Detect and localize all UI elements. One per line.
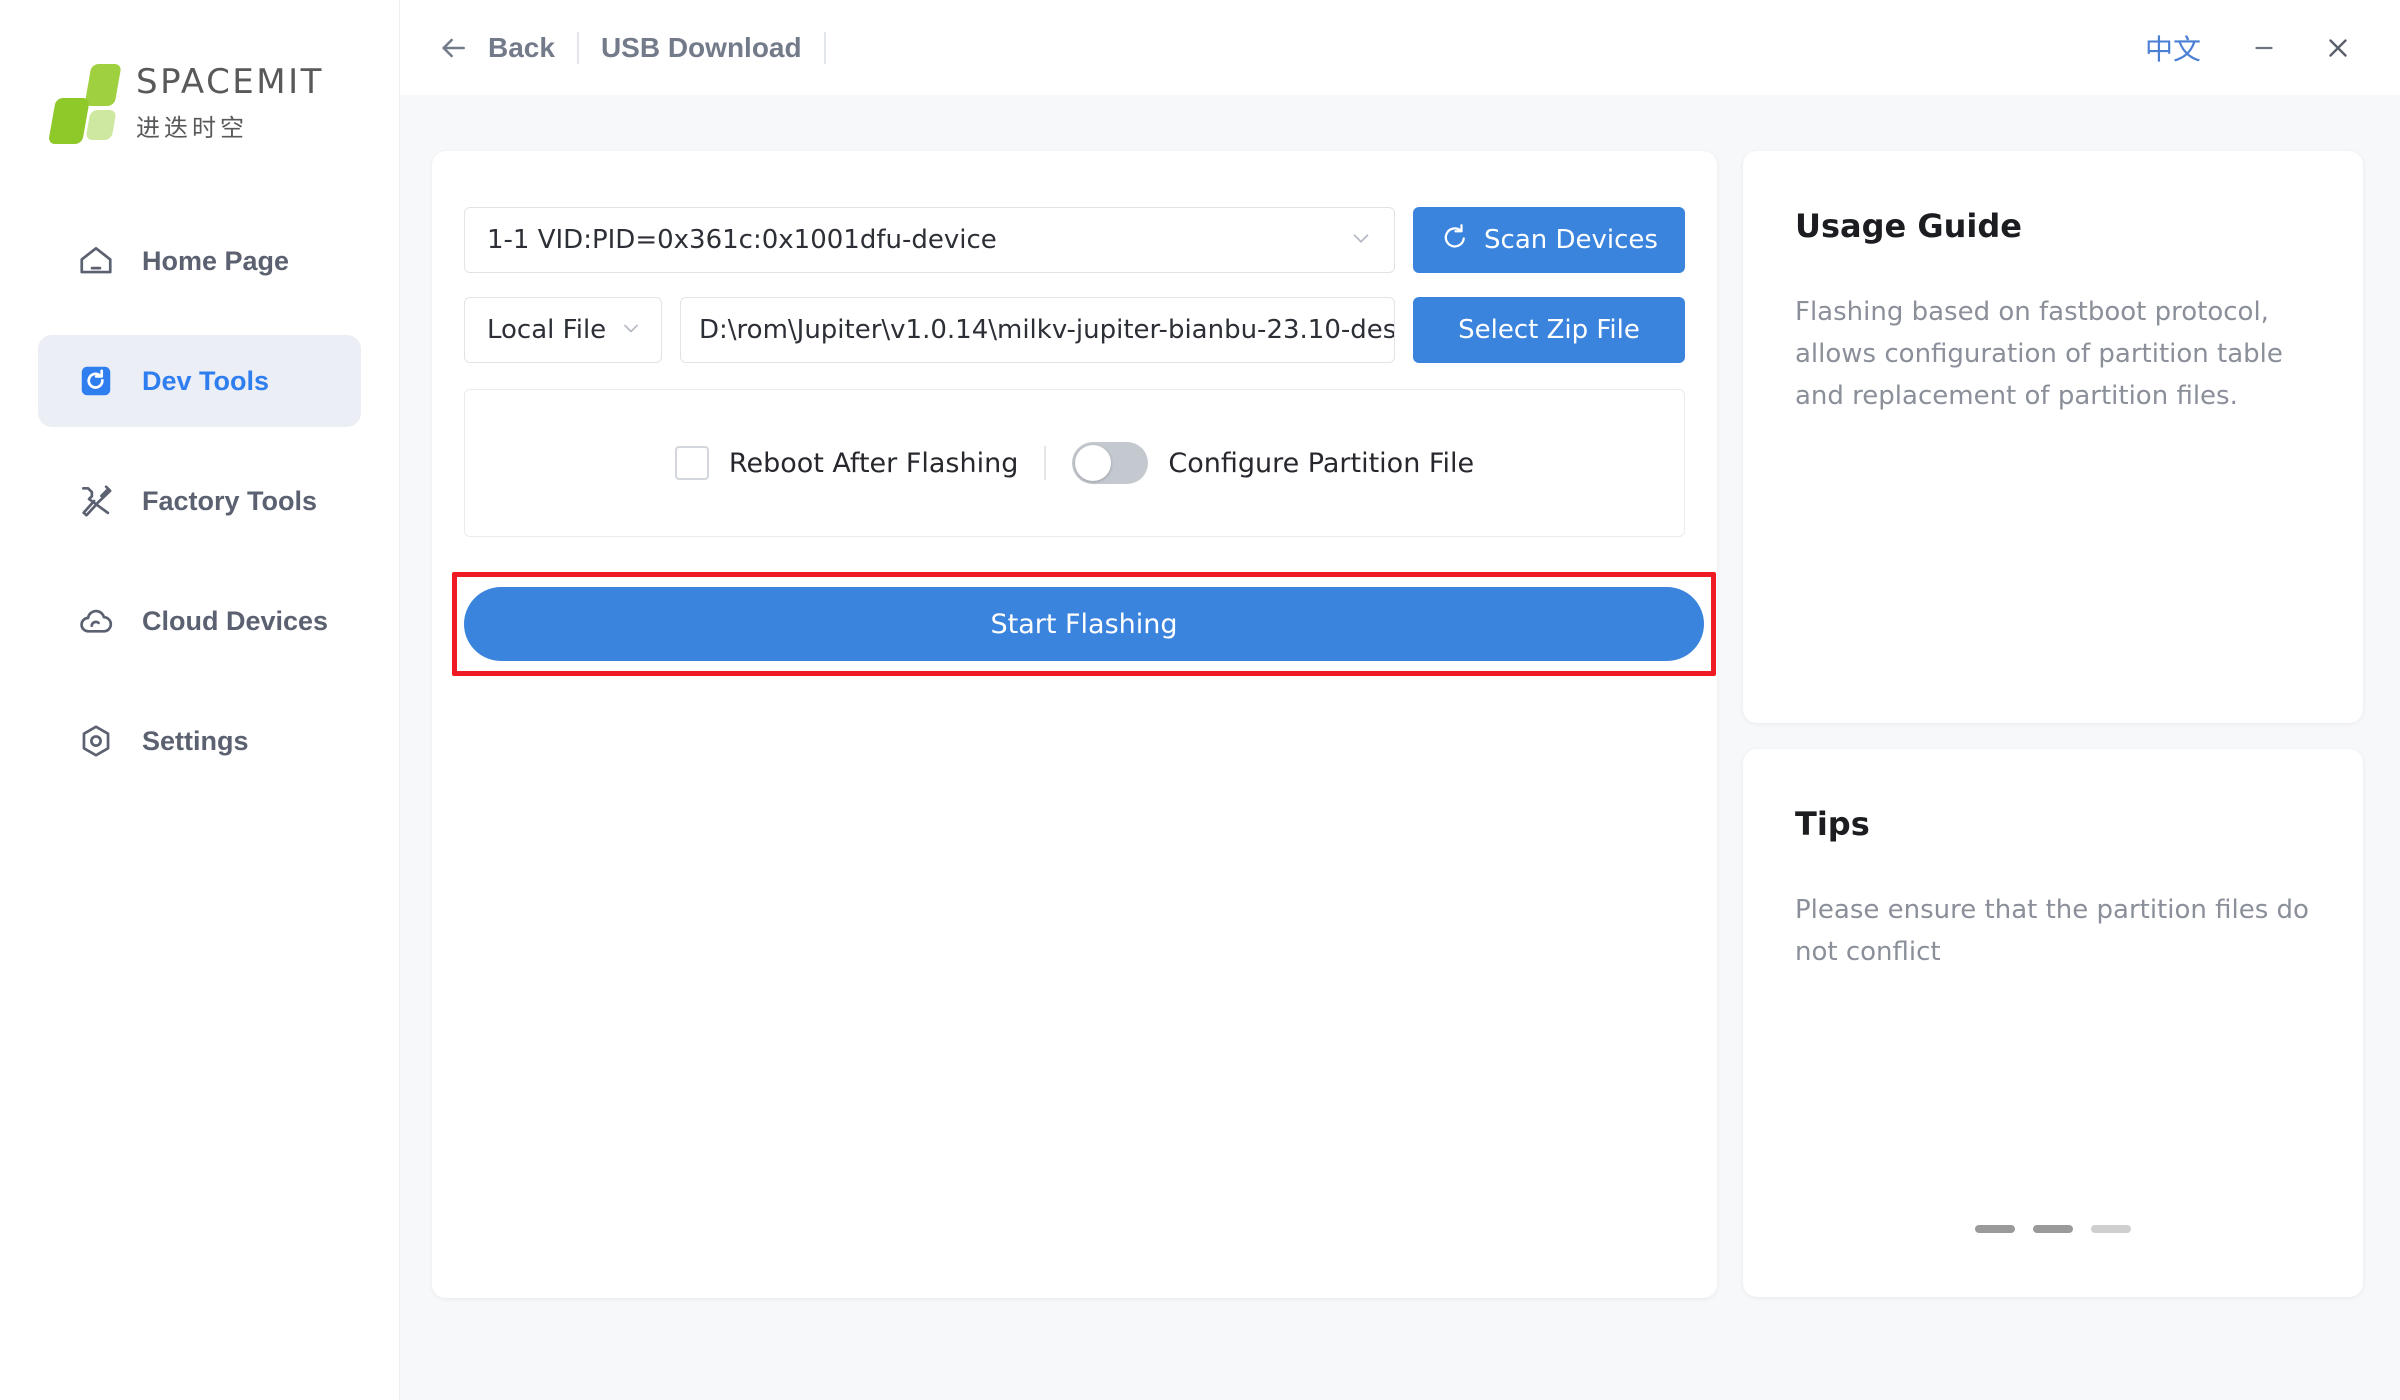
- sidebar-item-label: Factory Tools: [142, 485, 318, 516]
- tools-icon: [76, 481, 116, 521]
- minimize-button[interactable]: [2227, 18, 2301, 78]
- window-controls: 中文: [2119, 0, 2375, 95]
- sidebar: SPACEMIT 进迭时空 Home Page Dev Tools Factor…: [0, 0, 400, 1400]
- file-path-value: D:\rom\Jupiter\v1.0.14\milkv-jupiter-bia…: [699, 315, 1395, 345]
- reboot-after-flashing-option[interactable]: Reboot After Flashing: [674, 446, 1019, 480]
- sidebar-nav: Home Page Dev Tools Factory Tools Cloud …: [0, 215, 399, 787]
- back-button[interactable]: Back: [436, 31, 555, 65]
- start-flashing-label: Start Flashing: [990, 608, 1178, 640]
- options-divider: [1044, 446, 1047, 480]
- tips-body: Please ensure that the partition files d…: [1795, 895, 2309, 968]
- source-type-value: Local File: [487, 315, 607, 345]
- content-area: 1-1 VID:PID=0x361c:0x1001dfu-device Scan…: [400, 95, 2400, 1298]
- language-toggle-button[interactable]: 中文: [2119, 18, 2227, 78]
- select-zip-file-button[interactable]: Select Zip File: [1413, 297, 1685, 363]
- gear-icon: [76, 721, 116, 761]
- configure-partition-file-toggle[interactable]: [1072, 442, 1149, 484]
- file-path-input[interactable]: D:\rom\Jupiter\v1.0.14\milkv-jupiter-bia…: [680, 297, 1395, 363]
- breadcrumb: USB Download: [600, 31, 802, 63]
- usage-guide-title: Usage Guide: [1795, 207, 2022, 245]
- brand-name-en: SPACEMIT: [136, 62, 324, 102]
- source-type-select[interactable]: Local File: [464, 297, 662, 363]
- arrow-left-icon: [436, 31, 470, 65]
- app-window: SPACEMIT 进迭时空 Home Page Dev Tools Factor…: [0, 0, 2400, 1400]
- tips-title: Tips: [1795, 805, 1870, 843]
- usage-guide-body: Flashing based on fastboot protocol, all…: [1795, 297, 2283, 412]
- device-row: 1-1 VID:PID=0x361c:0x1001dfu-device Scan…: [464, 207, 1685, 273]
- scan-devices-button[interactable]: Scan Devices: [1413, 207, 1685, 273]
- sidebar-item-home-page[interactable]: Home Page: [38, 215, 361, 307]
- reboot-after-flashing-label: Reboot After Flashing: [728, 447, 1019, 479]
- usage-guide-card: Usage Guide Flashing based on fastboot p…: [1743, 151, 2363, 723]
- info-column: Usage Guide Flashing based on fastboot p…: [1743, 151, 2363, 1297]
- sidebar-item-settings[interactable]: Settings: [38, 695, 361, 787]
- carousel-dot[interactable]: [2033, 1225, 2073, 1233]
- sidebar-item-factory-tools[interactable]: Factory Tools: [38, 455, 361, 547]
- tips-card: Tips Please ensure that the partition fi…: [1743, 749, 2363, 1297]
- chevron-down-icon: [1348, 225, 1374, 256]
- start-flashing-wrapper: Start Flashing: [452, 572, 1716, 676]
- flash-options-box: Reboot After Flashing Configure Partitio…: [464, 389, 1685, 537]
- brand-name-cn: 进迭时空: [136, 114, 248, 142]
- home-icon: [76, 241, 116, 281]
- sidebar-item-label: Home Page: [142, 245, 290, 276]
- cloud-icon: [76, 601, 116, 641]
- close-button[interactable]: [2301, 18, 2375, 78]
- usb-download-panel: 1-1 VID:PID=0x361c:0x1001dfu-device Scan…: [432, 151, 1717, 1298]
- top-bar: Back USB Download 中文: [400, 0, 2400, 95]
- back-label: Back: [488, 31, 555, 63]
- devtools-icon: [76, 361, 116, 401]
- carousel-indicators: [1743, 1225, 2363, 1233]
- topbar-divider-2: [823, 31, 826, 64]
- sidebar-item-label: Dev Tools: [142, 365, 270, 396]
- device-select[interactable]: 1-1 VID:PID=0x361c:0x1001dfu-device: [464, 207, 1395, 273]
- scan-devices-label: Scan Devices: [1484, 225, 1658, 255]
- carousel-dot[interactable]: [1975, 1225, 2015, 1233]
- sidebar-item-dev-tools[interactable]: Dev Tools: [38, 335, 361, 427]
- configure-partition-file-option[interactable]: Configure Partition File: [1072, 442, 1474, 484]
- carousel-dot[interactable]: [2091, 1225, 2131, 1233]
- chevron-down-icon: [619, 316, 643, 345]
- spacemit-logo-icon: [47, 63, 122, 144]
- configure-partition-file-label: Configure Partition File: [1168, 447, 1475, 479]
- main-area: Back USB Download 中文 1-1 VID:PID=0x361c:…: [400, 0, 2400, 1400]
- brand-logo: SPACEMIT 进迭时空: [0, 0, 399, 144]
- sidebar-item-label: Settings: [142, 725, 249, 756]
- device-select-value: 1-1 VID:PID=0x361c:0x1001dfu-device: [487, 225, 997, 255]
- refresh-icon: [1440, 222, 1470, 259]
- sidebar-item-label: Cloud Devices: [142, 605, 329, 636]
- file-row: Local File D:\rom\Jupiter\v1.0.14\milkv-…: [464, 297, 1685, 363]
- select-zip-file-label: Select Zip File: [1458, 315, 1640, 345]
- sidebar-item-cloud-devices[interactable]: Cloud Devices: [38, 575, 361, 667]
- topbar-divider-1: [576, 31, 579, 64]
- reboot-after-flashing-checkbox[interactable]: [674, 446, 709, 480]
- start-flashing-button[interactable]: Start Flashing: [464, 587, 1704, 661]
